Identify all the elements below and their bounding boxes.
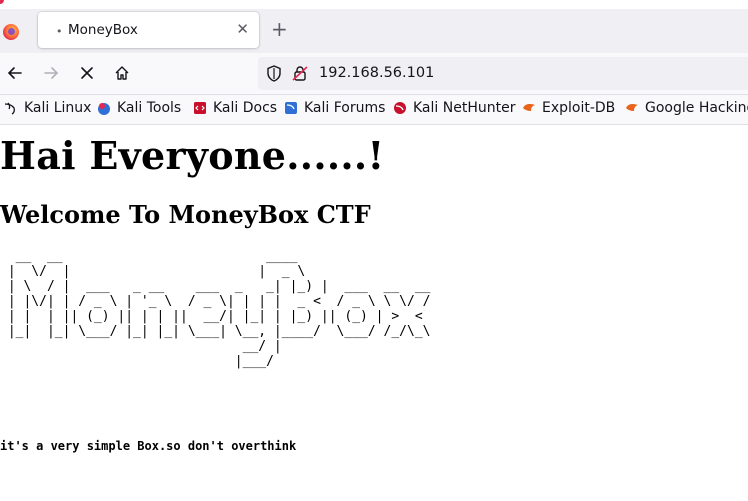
bookmark-label: Kali Forums: [304, 100, 386, 116]
bookmark-kali-docs[interactable]: Kali Docs: [193, 100, 277, 116]
url-text: 192.168.56.101: [319, 65, 435, 81]
window-top-strip: [0, 0, 748, 9]
page-heading: Hai Everyone......!: [0, 133, 385, 178]
page-content: Hai Everyone......! Welcome To MoneyBox …: [0, 125, 748, 501]
window-close-dot[interactable]: [0, 0, 4, 4]
navigation-toolbar: 192.168.56.101: [0, 53, 748, 95]
address-bar[interactable]: 192.168.56.101: [258, 57, 748, 90]
ascii-art-logo: __ __ ____ | \/ | | _ \ | \ / | ___ _ __…: [7, 249, 431, 369]
bookmark-kali-forums[interactable]: Kali Forums: [284, 100, 385, 116]
bookmark-label: Kali Linux: [24, 100, 92, 116]
forward-arrow-icon: [44, 67, 59, 79]
kali-docs-icon: [193, 101, 207, 115]
loading-dot-icon: •: [56, 25, 63, 38]
home-icon: [115, 66, 129, 80]
bookmark-label: Google Hacking: [645, 100, 748, 116]
bookmark-label: Kali Tools: [117, 100, 182, 116]
bookmark-google-hacking[interactable]: Google Hacking: [625, 100, 748, 116]
home-button[interactable]: [111, 62, 133, 84]
bookmark-kali-nethunter[interactable]: Kali NetHunter: [393, 100, 515, 116]
bookmark-exploit-db[interactable]: Exploit-DB: [522, 100, 615, 116]
bookmark-label: Exploit-DB: [542, 100, 616, 116]
back-button[interactable]: [4, 62, 26, 84]
exploit-db-icon: [522, 101, 536, 115]
google-hacking-icon: [625, 101, 639, 115]
tracking-protection-shield-icon[interactable]: [266, 65, 282, 82]
kali-forums-icon: [284, 101, 298, 115]
bookmark-kali-tools[interactable]: Kali Tools: [97, 100, 181, 116]
stop-icon: [81, 67, 93, 79]
hint-text: it's a very simple Box.so don't overthin…: [0, 439, 297, 453]
forward-button[interactable]: [40, 62, 62, 84]
bookmark-label: Kali Docs: [213, 100, 278, 116]
kali-dragon-icon: [4, 101, 18, 115]
tab-bar: • MoneyBox ✕ +: [0, 9, 748, 53]
stop-loading-button[interactable]: [76, 62, 98, 84]
kali-tools-icon: [97, 101, 111, 115]
page-subheading: Welcome To MoneyBox CTF: [0, 200, 371, 229]
firefox-view-icon[interactable]: [3, 24, 19, 40]
new-tab-button[interactable]: +: [271, 17, 288, 41]
bookmark-label: Kali NetHunter: [413, 100, 516, 116]
close-tab-icon[interactable]: ✕: [236, 20, 249, 38]
bookmarks-toolbar: Kali Linux Kali Tools Kali Docs Kali For…: [0, 95, 748, 125]
kali-nethunter-icon: [393, 101, 407, 115]
tab-moneybox[interactable]: • MoneyBox ✕: [38, 12, 259, 48]
tab-title: MoneyBox: [68, 22, 138, 38]
insecure-lock-icon[interactable]: [292, 65, 308, 82]
back-arrow-icon: [7, 67, 22, 79]
bookmark-kali-linux[interactable]: Kali Linux: [4, 100, 91, 116]
